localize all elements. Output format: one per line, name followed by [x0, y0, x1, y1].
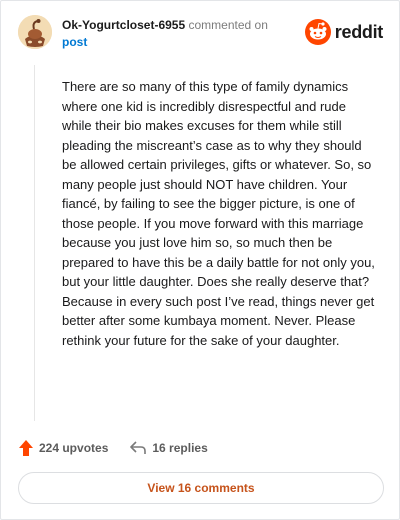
comment-header: Ok-Yogurtcloset-6955 commented on post r…	[18, 15, 385, 55]
comment-actions: 224 upvotes 16 replies	[19, 438, 230, 458]
reply-count: 16 replies	[152, 441, 208, 455]
reply-arrow-icon	[130, 441, 147, 454]
comment-card: Ok-Yogurtcloset-6955 commented on post r…	[0, 0, 400, 520]
thread-line	[34, 65, 35, 421]
reddit-brand[interactable]: reddit	[304, 17, 384, 47]
user-avatar[interactable]	[18, 15, 52, 49]
brand-wordmark: reddit	[334, 21, 384, 42]
reddit-logo-icon	[304, 19, 331, 45]
replies-button[interactable]: 16 replies	[130, 441, 208, 455]
view-comments-button[interactable]: View 16 comments	[18, 472, 384, 504]
upvote-arrow-icon	[19, 440, 33, 456]
comment-body: There are so many of this type of family…	[62, 79, 375, 348]
username-link[interactable]: Ok-Yogurtcloset-6955	[62, 18, 185, 32]
post-link[interactable]: post	[62, 34, 268, 51]
comment-meta: Ok-Yogurtcloset-6955 commented on post	[62, 17, 268, 51]
comment-action-text: commented on	[188, 18, 268, 32]
snoo-avatar-icon	[18, 15, 52, 49]
upvote-count: 224 upvotes	[39, 441, 109, 455]
upvote-button[interactable]: 224 upvotes	[19, 440, 108, 456]
